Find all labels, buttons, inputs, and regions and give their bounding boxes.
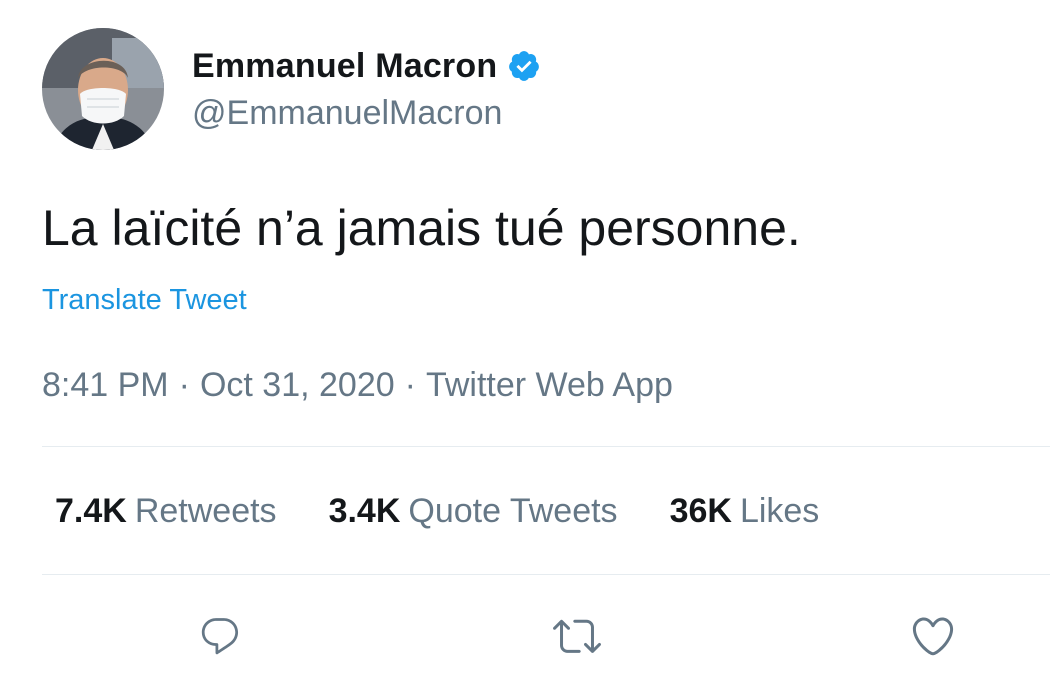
translate-tweet-link[interactable]: Translate Tweet bbox=[42, 284, 247, 317]
user-handle[interactable]: @EmmanuelMacron bbox=[192, 94, 502, 133]
retweets-count: 7.4K bbox=[55, 492, 127, 530]
tweet-time[interactable]: 8:41 PM bbox=[42, 366, 169, 404]
meta-separator: · bbox=[178, 366, 190, 404]
reply-button[interactable] bbox=[192, 608, 248, 664]
quote-tweets-count: 3.4K bbox=[328, 492, 401, 530]
divider bbox=[42, 446, 1050, 447]
retweet-button[interactable] bbox=[549, 608, 605, 664]
retweets-label: Retweets bbox=[134, 492, 277, 530]
quote-tweets-stat[interactable]: 3.4K Quote Tweets bbox=[329, 492, 618, 531]
retweets-stat[interactable]: 7.4K Retweets bbox=[55, 492, 277, 531]
tweet-text: La laïcité n’a jamais tué personne. bbox=[42, 200, 801, 256]
divider bbox=[42, 574, 1050, 575]
tweet-metadata: 8:41 PM · Oct 31, 2020 · Twitter Web App bbox=[42, 366, 673, 405]
heart-icon bbox=[912, 617, 954, 656]
meta-separator: · bbox=[404, 366, 416, 404]
quote-tweets-label: Quote Tweets bbox=[408, 492, 618, 530]
verified-badge-icon bbox=[507, 49, 541, 83]
name-row: Emmanuel Macron bbox=[192, 44, 541, 88]
avatar-image bbox=[42, 28, 164, 150]
likes-label: Likes bbox=[739, 492, 820, 530]
display-name[interactable]: Emmanuel Macron bbox=[192, 47, 497, 86]
tweet-card: Emmanuel Macron @EmmanuelMacron La laïci… bbox=[0, 0, 1050, 700]
tweet-actions bbox=[0, 608, 1050, 664]
tweet-date[interactable]: Oct 31, 2020 bbox=[200, 366, 395, 404]
tweet-source[interactable]: Twitter Web App bbox=[426, 366, 673, 404]
avatar[interactable] bbox=[42, 28, 164, 150]
likes-count: 36K bbox=[669, 492, 732, 530]
like-button[interactable] bbox=[905, 608, 961, 664]
tweet-stats: 7.4K Retweets 3.4K Quote Tweets 36K Likes bbox=[55, 492, 871, 531]
likes-stat[interactable]: 36K Likes bbox=[670, 492, 820, 531]
reply-icon bbox=[201, 618, 239, 655]
retweet-icon bbox=[553, 619, 601, 653]
